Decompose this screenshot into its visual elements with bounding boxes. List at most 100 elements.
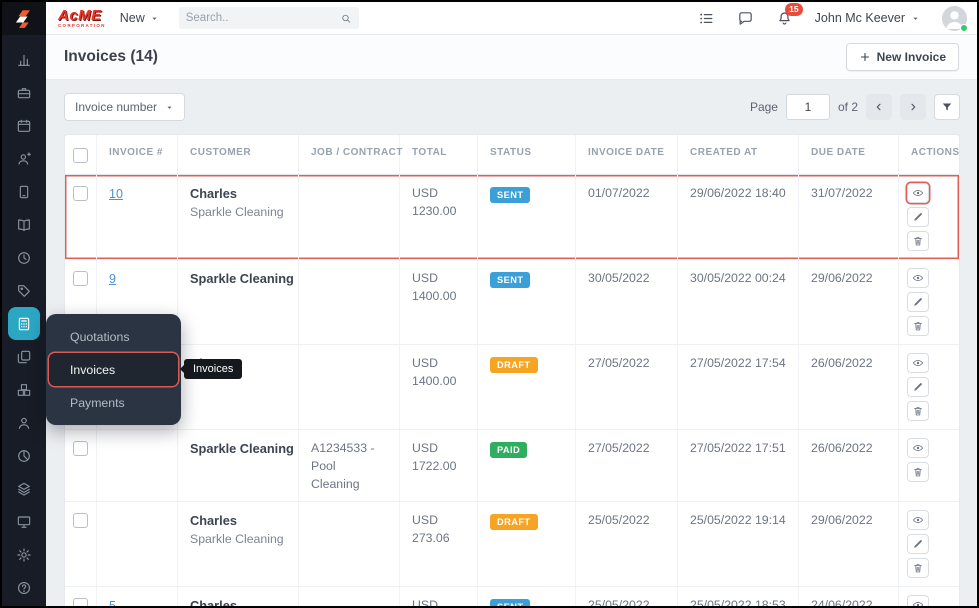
customer-name: Charles	[190, 598, 237, 606]
actions-cell	[899, 430, 959, 501]
total-cell: USD 1400.00	[400, 260, 478, 344]
due-date-cell: 29/06/2022	[799, 260, 899, 344]
column-header: ACTIONS	[911, 147, 960, 158]
view-invoice-button[interactable]	[907, 183, 929, 203]
invoices-tooltip: Invoices	[179, 359, 243, 379]
view-invoice-button[interactable]	[907, 595, 929, 606]
invoice-date-cell: 01/07/2022	[576, 175, 678, 259]
sidebar-item-pie-chart-icon[interactable]	[8, 439, 41, 472]
job-contract-cell	[299, 260, 400, 344]
sidebar-item-clock-icon[interactable]	[8, 241, 41, 274]
app-logo[interactable]	[2, 2, 46, 35]
sidebar-item-calculator-icon[interactable]	[8, 307, 40, 340]
status-badge: DRAFT	[490, 514, 538, 531]
chevron-right-icon	[907, 101, 919, 113]
due-date-cell: 26/06/2022	[799, 345, 899, 429]
new-dropdown[interactable]: New	[120, 11, 159, 25]
prev-page-button[interactable]	[866, 94, 892, 120]
delete-invoice-button[interactable]	[907, 231, 929, 251]
sidebar-item-book-icon[interactable]	[8, 208, 41, 241]
invoice-date-cell: 25/05/2022	[576, 502, 678, 587]
sidebar-item-layers-icon[interactable]	[8, 472, 41, 505]
new-invoice-button[interactable]: New Invoice	[845, 43, 959, 71]
main-content: Invoices (14) New Invoice Invoice number…	[46, 35, 977, 606]
invoice-row: Sparkle Cleaning A1234533 - Pool Cleaning…	[65, 430, 959, 503]
row-select-cell	[65, 502, 97, 587]
select-all-checkbox[interactable]	[73, 148, 88, 163]
view-invoice-button[interactable]	[907, 510, 929, 531]
view-invoice-button[interactable]	[907, 353, 929, 373]
actions-cell	[899, 345, 959, 429]
job-contract-cell: A1234533 - Pool Cleaning	[299, 430, 400, 502]
search-icon	[340, 12, 352, 25]
flyout-item-quotations[interactable]: Quotations	[46, 320, 181, 353]
delete-invoice-button[interactable]	[907, 401, 929, 421]
sidebar-item-gear-icon[interactable]	[8, 538, 41, 571]
next-page-button[interactable]	[900, 94, 926, 120]
acme-logo[interactable]: AcME CORPORATION	[58, 8, 106, 29]
delete-invoice-button[interactable]	[907, 462, 929, 482]
column-header: TOTAL	[400, 135, 478, 174]
acme-logo-text: AcME	[58, 6, 102, 24]
sidebar-item-calendar-icon[interactable]	[8, 109, 41, 142]
edit-invoice-button[interactable]	[907, 534, 929, 555]
sidebar-item-monitor-icon[interactable]	[8, 505, 41, 538]
caret-down-icon	[165, 103, 174, 112]
due-date-cell: 29/06/2022	[799, 502, 899, 587]
customer-cell: Charles Sparkle Cleaning	[178, 502, 299, 587]
edit-invoice-button[interactable]	[907, 377, 929, 397]
edit-invoice-button[interactable]	[907, 292, 929, 312]
status-badge: DRAFT	[490, 357, 538, 373]
column-header: INVOICE #	[97, 135, 178, 174]
column-header: STATUS	[478, 135, 576, 174]
select-all-cell	[65, 135, 97, 174]
sidebar-item-copy-icon[interactable]	[8, 340, 41, 373]
invoice-link[interactable]: 10	[109, 187, 123, 201]
funnel-icon	[941, 101, 953, 113]
delete-invoice-button[interactable]	[907, 558, 929, 579]
row-checkbox[interactable]	[73, 186, 88, 201]
new-invoice-button-label: New Invoice	[876, 50, 946, 64]
total-cell: USD 0.00	[400, 587, 478, 606]
page-number-input[interactable]	[785, 94, 830, 120]
topbar-right: 15 John Mc Keever	[698, 2, 968, 32]
view-invoice-button[interactable]	[907, 438, 929, 458]
sidebar-item-tablet-icon[interactable]	[8, 175, 41, 208]
customer-name: Charles	[190, 186, 237, 201]
search-input[interactable]	[185, 12, 340, 24]
sidebar-item-briefcase-icon[interactable]	[8, 76, 41, 109]
row-checkbox[interactable]	[73, 513, 88, 529]
filter-button[interactable]	[934, 94, 960, 120]
sidebar-item-help-icon[interactable]	[8, 571, 41, 604]
row-checkbox[interactable]	[73, 271, 88, 286]
invoice-link[interactable]: 9	[109, 272, 116, 286]
sidebar-item-bar-chart-icon[interactable]	[8, 43, 41, 76]
flyout-item-payments[interactable]: Payments	[46, 386, 181, 419]
view-invoice-button[interactable]	[907, 268, 929, 288]
notifications-button[interactable]: 15	[776, 2, 804, 27]
job-contract-cell	[299, 502, 400, 587]
created-at-cell: 30/05/2022 00:24	[678, 260, 799, 344]
invoice-date-cell: 27/05/2022	[576, 430, 678, 502]
online-status-dot	[960, 23, 968, 32]
actions-cell	[899, 502, 959, 586]
row-checkbox[interactable]	[73, 441, 88, 456]
user-menu[interactable]: John Mc Keever	[815, 11, 920, 25]
sidebar-item-user-icon[interactable]	[8, 406, 41, 439]
avatar[interactable]	[942, 5, 968, 32]
edit-invoice-button[interactable]	[907, 207, 929, 227]
total-cell: USD 1400.00	[400, 345, 478, 429]
sidebar-item-packages-icon[interactable]	[8, 373, 41, 406]
invoice-link[interactable]: 5	[109, 599, 116, 606]
delete-invoice-button[interactable]	[907, 316, 929, 336]
row-checkbox[interactable]	[73, 598, 88, 606]
sidebar-item-tag-icon[interactable]	[8, 274, 41, 307]
invoice-row: 10 Charles Sparkle Cleaning USD 1230.00 SENT…	[65, 175, 959, 260]
invoice-number-filter-dropdown[interactable]: Invoice number	[64, 93, 186, 121]
chat-icon[interactable]	[737, 10, 754, 27]
table-toolbar: Invoice number Page of 2	[46, 80, 977, 134]
flyout-item-invoices[interactable]: Invoices	[49, 353, 178, 386]
invoice-number-filter-label: Invoice number	[75, 100, 158, 114]
list-icon[interactable]	[698, 10, 715, 27]
sidebar-item-contact-icon[interactable]	[8, 142, 41, 175]
